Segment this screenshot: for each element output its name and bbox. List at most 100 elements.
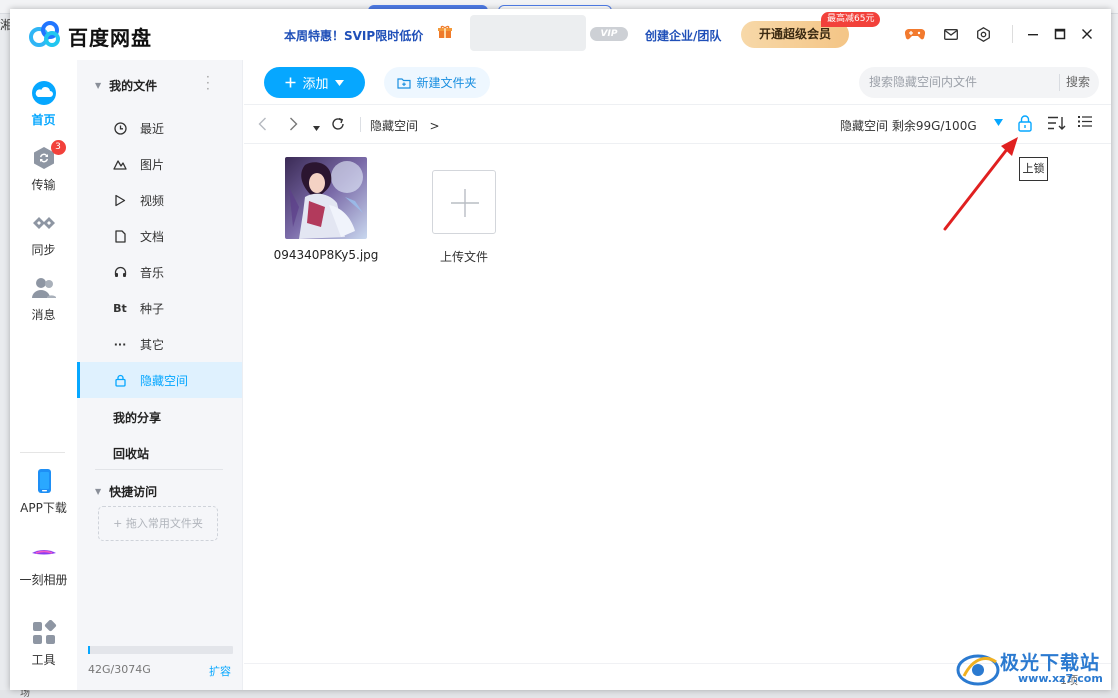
background-window-edge [0,690,1118,698]
sidebar-item-label: 隐藏空间 [140,373,189,388]
title-bar: 百度网盘 本周特惠！SVIP限时低价 VIP 创建企业/团队 开通超级会员 最高… [10,9,1111,60]
more-icon: ··· [113,337,127,351]
transfer-count-badge: 3 [50,140,66,155]
clock-icon [113,121,127,135]
upload-file-button[interactable] [432,170,496,234]
nav-label: 首页 [31,113,56,127]
left-navigation: 首页 3 传输 同步 消息 APP下载 一刻相册 工具 [10,60,77,690]
lock-tooltip: 上锁 [1019,157,1048,181]
more-options-icon[interactable]: · · · [206,71,210,95]
headphones-icon [113,265,127,279]
upload-file-label: 上传文件 [439,250,488,264]
file-sidebar: ▼ 我的文件 · · · 最近 图片 视频 文档 音乐 Bt 种子 ··· 其它… [77,60,243,690]
image-icon [113,157,127,171]
add-button-label: 添加 [302,77,329,92]
watermark-text: 极光下载站 [1000,652,1101,674]
history-dropdown-icon[interactable] [313,119,320,135]
plus-icon [285,77,296,88]
plus-icon [451,189,479,217]
sidebar-item-label: 视频 [140,193,165,208]
list-view-icon[interactable] [1078,115,1092,132]
game-icon[interactable] [905,24,925,44]
quota-dropdown-icon[interactable] [994,118,1003,129]
transfer-icon: 3 [31,140,66,171]
title-bar-divider [1012,25,1013,43]
nav-item-messages[interactable]: 消息 [10,275,77,323]
file-thumbnail[interactable] [285,157,367,239]
path-divider [360,117,361,132]
discount-tag: 最高减65元 [821,12,881,27]
search-divider [1059,74,1060,91]
settings-icon[interactable] [973,24,993,44]
storage-usage-text: 42G/3074G [88,663,151,676]
forward-icon[interactable] [289,117,298,135]
close-icon[interactable] [1077,24,1097,44]
sidebar-item-recent[interactable]: 最近 [77,110,242,146]
maximize-icon[interactable] [1050,24,1070,44]
nav-label: 同步 [31,243,56,257]
background-window-edge [1111,14,1118,698]
add-button[interactable]: 添加 [264,67,365,98]
nav-label: 一刻相册 [19,573,68,587]
nav-item-home[interactable]: 首页 [10,80,77,128]
my-share-link[interactable]: 我的分享 [113,409,161,426]
minimize-icon[interactable] [1023,24,1043,44]
main-content: 添加 新建文件夹 搜索隐藏空间内文件 搜索 隐藏空间 > 隐藏空间 剩余99G/… [244,60,1111,690]
nav-item-sync[interactable]: 同步 [10,210,77,258]
baidu-netdisk-logo-icon [29,21,60,47]
tools-icon [31,619,57,646]
storage-progress-fill [88,646,90,654]
recycle-bin-link[interactable]: 回收站 [113,445,149,462]
gift-icon[interactable] [438,25,452,43]
sidebar-item-videos[interactable]: 视频 [77,182,242,218]
sidebar-item-other[interactable]: ··· 其它 [77,326,242,362]
sidebar-item-label: 种子 [140,301,165,316]
sidebar-item-hidden-space[interactable]: 隐藏空间 [77,362,242,398]
drag-folder-dropzone[interactable]: + 拖入常用文件夹 [98,506,218,541]
my-files-header[interactable]: ▼ 我的文件 [95,77,157,94]
contacts-icon [31,275,57,301]
sidebar-divider [95,469,223,470]
sidebar-item-images[interactable]: 图片 [77,146,242,182]
background-window-edge [0,14,10,698]
phone-icon [31,468,57,494]
refresh-icon[interactable] [331,117,345,135]
file-name[interactable]: 094340P8Ky5.jpg [266,248,386,262]
nav-item-transfer[interactable]: 3 传输 [10,140,77,193]
expand-storage-link[interactable]: 扩容 [209,663,231,679]
mail-icon[interactable] [941,24,961,44]
create-team-link[interactable]: 创建企业/团队 [645,27,721,44]
my-files-label: 我的文件 [109,79,158,93]
new-folder-button[interactable]: 新建文件夹 [384,67,490,98]
quick-access-header[interactable]: ▼ 快捷访问 [95,483,157,500]
lock-icon [113,373,127,387]
sidebar-item-documents[interactable]: 文档 [77,218,242,254]
chevron-down-icon [334,79,344,86]
sidebar-item-label: 音乐 [140,265,165,280]
sidebar-item-torrents[interactable]: Bt 种子 [77,290,242,326]
svip-promo-link[interactable]: 本周特惠！SVIP限时低价 [284,27,423,44]
nav-item-tools[interactable]: 工具 [10,619,77,668]
collapse-triangle-icon: ▼ [95,81,102,90]
nav-label: 传输 [31,178,56,192]
sidebar-item-music[interactable]: 音乐 [77,254,242,290]
sidebar-item-label: 其它 [140,337,165,352]
user-avatar-area[interactable] [470,15,586,51]
sidebar-item-label: 最近 [140,121,165,136]
nav-item-app-download[interactable]: APP下载 [10,468,77,516]
breadcrumb-hidden-space[interactable]: 隐藏空间 [370,119,418,133]
lock-space-button[interactable] [1018,115,1036,135]
sort-icon[interactable] [1048,116,1066,134]
back-icon[interactable] [258,117,267,135]
search-button[interactable]: 搜索 [1066,67,1090,98]
breadcrumb[interactable]: 隐藏空间 > [370,117,440,134]
bt-icon: Bt [113,301,127,315]
video-icon [113,193,127,207]
new-folder-label: 新建文件夹 [416,76,477,90]
nav-divider [20,452,65,453]
nav-item-album[interactable]: 一刻相册 [10,540,77,588]
search-input[interactable]: 搜索隐藏空间内文件 [859,67,1099,98]
hidden-space-quota: 隐藏空间 剩余99G/100G [840,119,977,133]
sidebar-item-label: 图片 [140,157,165,172]
breadcrumb-separator: > [429,119,440,133]
